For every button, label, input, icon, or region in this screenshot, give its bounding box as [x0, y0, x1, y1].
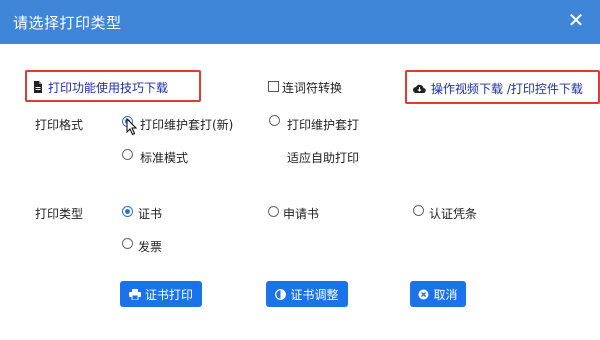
certificate-print-button[interactable]: 证书打印 [120, 281, 202, 307]
tips-download-label: 打印功能使用技巧下载 [48, 81, 169, 95]
format-option-standard: 标准模式 [140, 151, 189, 165]
cloud-download-icon [413, 83, 426, 97]
video-download-label: 操作视频下载 /打印控件下载 [431, 82, 583, 96]
cancel-icon [418, 289, 429, 300]
certificate-print-label: 证书打印 [144, 287, 193, 302]
type-option-application: 申请书 [283, 207, 320, 221]
mouse-cursor-icon [126, 118, 138, 136]
tips-download-link[interactable]: 打印功能使用技巧下载 [33, 79, 168, 96]
dialog-title-bar: 请选择打印类型 ✕ [0, 0, 600, 44]
format-option-classic: 打印维护套打 [287, 118, 360, 132]
type-radio-certificate[interactable] [122, 206, 133, 217]
cancel-button[interactable]: 取消 [410, 281, 466, 307]
print-type-dialog: 请选择打印类型 ✕ 打印功能使用技巧下载 连词符转换 操作视频下载 /打印控件下… [0, 0, 600, 340]
certificate-adjust-label: 证书调整 [290, 287, 339, 302]
type-radio-application[interactable] [268, 206, 279, 217]
hyphen-convert-checkbox[interactable] [268, 81, 279, 92]
adjust-icon [275, 288, 287, 300]
print-format-label: 打印格式 [35, 118, 84, 132]
document-icon [33, 81, 43, 96]
type-radio-invoice[interactable] [122, 238, 133, 249]
dialog-title: 请选择打印类型 [13, 14, 122, 32]
type-radio-receipt[interactable] [413, 205, 424, 216]
print-type-label: 打印类型 [35, 207, 84, 221]
print-icon [128, 288, 141, 300]
format-radio-classic[interactable] [269, 115, 280, 126]
cancel-label: 取消 [433, 287, 458, 302]
video-download-link[interactable]: 操作视频下载 /打印控件下载 [413, 80, 583, 97]
close-icon[interactable]: ✕ [566, 10, 586, 30]
format-radio-standard[interactable] [122, 149, 133, 160]
type-option-receipt: 认证凭条 [429, 207, 478, 221]
type-option-certificate: 证书 [138, 207, 163, 221]
hyphen-convert-label: 连词符转换 [282, 81, 343, 95]
type-option-invoice: 发票 [138, 240, 163, 254]
certificate-adjust-button[interactable]: 证书调整 [266, 281, 348, 307]
format-option-new: 打印维护套打(新) [140, 118, 234, 132]
self-service-print-note: 适应自助打印 [287, 151, 360, 165]
